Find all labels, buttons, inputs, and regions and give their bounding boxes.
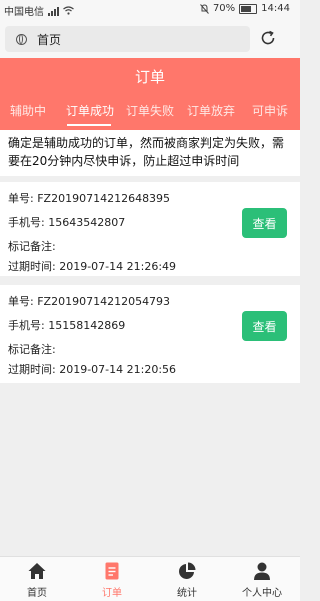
order-number: FZ20190714212648395 — [37, 192, 171, 205]
page-header: 订单 辅助中 订单成功 订单失败 订单放弃 可申诉 — [0, 58, 300, 130]
order-card: 单号: FZ20190714212054793 手机号: 15158142869… — [0, 285, 300, 383]
address-bar: 首页 — [0, 20, 300, 58]
phone-row: 手机号: 15643542807 — [8, 214, 125, 230]
remark-label: 标记备注: — [8, 240, 56, 253]
order-number: FZ20190714212054793 — [37, 295, 171, 308]
bottom-nav: 首页 订单 统计 个人中心 — [0, 556, 300, 601]
tab-order-failed[interactable]: 订单失败 — [126, 102, 174, 119]
nav-label-orders: 订单 — [102, 588, 122, 599]
order-number-label: 单号: — [8, 192, 34, 205]
expire-time: 2019-07-14 21:20:56 — [59, 363, 177, 376]
expire-label: 过期时间: — [8, 260, 56, 273]
expire-label: 过期时间: — [8, 363, 56, 376]
tab-order-abandoned[interactable]: 订单放弃 — [187, 102, 235, 119]
nav-label-statistics: 统计 — [177, 588, 197, 599]
globe-icon — [16, 33, 27, 45]
nav-item-profile[interactable]: 个人中心 — [232, 557, 292, 601]
phone-row: 手机号: 15158142869 — [8, 317, 125, 333]
tab-bar: 辅助中 订单成功 订单失败 订单放弃 可申诉 — [0, 100, 300, 130]
nav-label-home: 首页 — [27, 588, 47, 599]
view-button[interactable]: 查看 — [242, 208, 287, 238]
expire-row: 过期时间: 2019-07-14 21:26:49 — [8, 258, 176, 274]
pie-chart-icon — [179, 562, 196, 579]
expire-row: 过期时间: 2019-07-14 21:20:56 — [8, 361, 176, 377]
nav-item-home[interactable]: 首页 — [7, 557, 67, 601]
remark-label: 标记备注: — [8, 343, 56, 356]
phone-number: 15643542807 — [48, 216, 126, 229]
order-number-label: 单号: — [8, 295, 34, 308]
phone-label: 手机号: — [8, 319, 45, 332]
order-icon — [105, 562, 119, 580]
nav-label-profile: 个人中心 — [242, 588, 282, 599]
wifi-icon — [63, 6, 74, 15]
expire-time: 2019-07-14 21:26:49 — [59, 260, 177, 273]
status-bar: 中国电信 70% 14:44 — [0, 0, 300, 20]
phone-label: 手机号: — [8, 216, 45, 229]
clock: 14:44 — [261, 3, 290, 14]
battery-percent: 70% — [212, 3, 236, 14]
refresh-icon[interactable] — [260, 30, 276, 46]
order-number-row: 单号: FZ20190714212648395 — [8, 190, 170, 206]
tab-order-success[interactable]: 订单成功 — [66, 102, 114, 119]
page-title: 订单 — [134, 68, 165, 86]
nav-item-statistics[interactable]: 统计 — [157, 557, 217, 601]
mute-bell-icon — [200, 3, 209, 14]
user-icon — [254, 562, 270, 580]
view-button[interactable]: 查看 — [242, 311, 287, 341]
tab-appealable[interactable]: 可申诉 — [252, 102, 288, 119]
home-icon — [28, 563, 46, 579]
url-field[interactable]: 首页 — [5, 26, 250, 52]
url-text: 首页 — [37, 32, 62, 47]
order-card: 单号: FZ20190714212648395 手机号: 15643542807… — [0, 182, 300, 276]
order-number-row: 单号: FZ20190714212054793 — [8, 293, 170, 309]
active-tab-indicator — [67, 124, 111, 126]
signal-icon — [48, 6, 59, 16]
carrier-name: 中国电信 — [4, 7, 44, 18]
nav-item-orders[interactable]: 订单 — [82, 557, 142, 601]
phone-number: 15158142869 — [48, 319, 126, 332]
notice-text: 确定是辅助成功的订单，然而被商家判定为失败，需要在20分钟内尽快申诉，防止超过申… — [0, 130, 300, 176]
battery-icon — [239, 3, 258, 14]
tab-assisting[interactable]: 辅助中 — [10, 102, 46, 119]
